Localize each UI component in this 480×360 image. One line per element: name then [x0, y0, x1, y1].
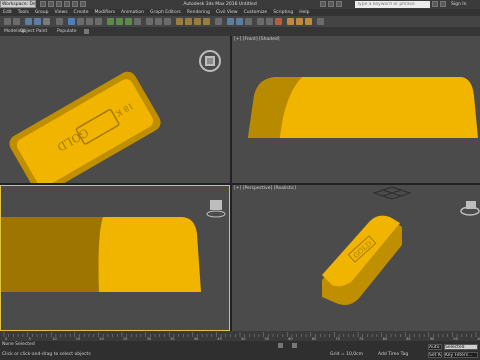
- reference-coordinate-icon[interactable]: [134, 18, 141, 25]
- main-toolbar: [0, 16, 480, 27]
- add-time-tag-button[interactable]: Add Time Tag: [378, 352, 408, 357]
- viewcube-icon: [460, 201, 480, 216]
- menu-tools[interactable]: Tools: [15, 9, 32, 16]
- menu-rendering[interactable]: Rendering: [184, 9, 213, 16]
- project-folder-icon[interactable]: [80, 1, 86, 7]
- ribbon-row: Modeling Object Paint Populate: [0, 27, 480, 36]
- quick-access-toolbar: [40, 1, 88, 7]
- title-bar: Workspace: Default Autodesk 3ds Max 2016…: [0, 0, 480, 9]
- gold-bar-shadow-side: [1, 217, 103, 292]
- ribbon-options-icon[interactable]: [84, 29, 89, 34]
- menu-bar: Edit Tools Group Views Create Modifiers Animat…: [0, 9, 480, 16]
- material-editor-icon[interactable]: [275, 18, 282, 25]
- selection-filter-icon[interactable]: [56, 18, 63, 25]
- selected-dropdown[interactable]: Selected: [444, 344, 478, 350]
- spinner-snap-icon[interactable]: [203, 18, 210, 25]
- viewcube-icon: [199, 50, 221, 72]
- align-icon[interactable]: [236, 18, 243, 25]
- new-file-icon[interactable]: [40, 1, 46, 7]
- menu-scripting[interactable]: Scripting: [270, 9, 296, 16]
- viewport-perspective-canvas: GOLD: [322, 186, 480, 305]
- lock-selection-icon[interactable]: [278, 343, 283, 348]
- menu-modifiers[interactable]: Modifiers: [92, 9, 119, 16]
- sign-in-link[interactable]: Sign In: [451, 1, 466, 8]
- scale-icon[interactable]: [125, 18, 132, 25]
- viewport-front[interactable]: [+] [Front] [Shaded]: [232, 36, 480, 183]
- ribbon-tab-object-paint[interactable]: Object Paint: [20, 27, 47, 36]
- menu-group[interactable]: Group: [32, 9, 52, 16]
- grid-readout: Grid = 10,0cm: [330, 352, 363, 357]
- title-right-icons: [432, 1, 448, 7]
- timeline[interactable]: 0510152025303540455055606570758085909510…: [0, 331, 480, 341]
- viewport-left[interactable]: [0, 185, 230, 331]
- ribbon-tab-populate[interactable]: Populate: [57, 27, 77, 36]
- render-iterative-icon[interactable]: [317, 18, 324, 25]
- percent-snap-icon[interactable]: [194, 18, 201, 25]
- title-tools: [320, 1, 344, 7]
- undo-icon[interactable]: [4, 18, 11, 25]
- rendered-frame-window-icon[interactable]: [296, 18, 303, 25]
- rectangular-selection-icon[interactable]: [86, 18, 93, 25]
- viewport-left-canvas: [1, 200, 226, 292]
- layer-explorer-icon[interactable]: [245, 18, 252, 25]
- viewcube-icon: [206, 200, 226, 218]
- menu-edit[interactable]: Edit: [0, 9, 15, 16]
- timeline-ruler: 0510152025303540455055606570758085909510…: [3, 332, 480, 341]
- pivot-center-icon[interactable]: [146, 18, 153, 25]
- rotate-icon[interactable]: [116, 18, 123, 25]
- menu-animation[interactable]: Animation: [118, 9, 147, 16]
- unlink-icon[interactable]: [34, 18, 41, 25]
- app-title: Autodesk 3ds Max 2016 Untitled: [183, 2, 257, 7]
- bind-space-warp-icon[interactable]: [43, 18, 50, 25]
- link-icon[interactable]: [25, 18, 32, 25]
- search-icon[interactable]: [432, 1, 438, 7]
- select-object-icon[interactable]: [68, 18, 75, 25]
- mirror-icon[interactable]: [227, 18, 234, 25]
- named-selection-icon[interactable]: [215, 18, 222, 25]
- star-icon[interactable]: [336, 1, 342, 7]
- undo-icon[interactable]: [64, 1, 70, 7]
- prompt-line: Click or click-and-drag to select object…: [2, 352, 91, 357]
- menu-customize[interactable]: Customize: [241, 9, 271, 16]
- menu-create[interactable]: Create: [71, 9, 92, 16]
- search-input[interactable]: [355, 1, 430, 8]
- move-icon[interactable]: [107, 18, 114, 25]
- curve-editor-icon[interactable]: [257, 18, 264, 25]
- viewport-top[interactable]: GOLD 18 K: [0, 36, 230, 183]
- user-icon[interactable]: [440, 1, 446, 7]
- snap-toggle-icon[interactable]: [176, 18, 183, 25]
- save-file-icon[interactable]: [56, 1, 62, 7]
- workspace-selector[interactable]: Workspace: Default: [0, 0, 36, 8]
- render-production-icon[interactable]: [305, 18, 312, 25]
- menu-civil-view[interactable]: Civil View: [213, 9, 241, 16]
- render-setup-icon[interactable]: [287, 18, 294, 25]
- binoculars-icon[interactable]: [320, 1, 326, 7]
- schematic-view-icon[interactable]: [266, 18, 273, 25]
- absolute-mode-icon[interactable]: [292, 343, 297, 348]
- keyboard-shortcut-icon[interactable]: [164, 18, 171, 25]
- viewport-area: GOLD 18 K [+] [Front] [Shaded] [+] [Pers…: [0, 36, 480, 331]
- open-file-icon[interactable]: [48, 1, 54, 7]
- redo-icon[interactable]: [72, 1, 78, 7]
- auto-key-button[interactable]: Auto Key: [428, 344, 442, 350]
- viewport-front-canvas: [248, 77, 478, 138]
- angle-snap-icon[interactable]: [185, 18, 192, 25]
- redo-icon[interactable]: [13, 18, 20, 25]
- manipulate-icon[interactable]: [155, 18, 162, 25]
- menu-help[interactable]: Help: [296, 9, 312, 16]
- info-center-icon[interactable]: [328, 1, 334, 7]
- window-crossing-icon[interactable]: [95, 18, 102, 25]
- select-by-name-icon[interactable]: [77, 18, 84, 25]
- viewport-top-canvas: GOLD 18 K: [9, 50, 221, 183]
- set-key-button[interactable]: Set Key: [428, 352, 442, 358]
- menu-views[interactable]: Views: [52, 9, 71, 16]
- grid-icon: [372, 186, 412, 200]
- menu-graph-editors[interactable]: Graph Editors: [147, 9, 184, 16]
- key-filters-button[interactable]: Key Filters...: [444, 352, 478, 358]
- viewport-perspective[interactable]: [+] [Perspective] [Realistic] GOLD: [232, 185, 480, 331]
- selection-status: None Selected: [2, 342, 35, 347]
- status-bar: None Selected Click or click-and-drag to…: [0, 341, 480, 360]
